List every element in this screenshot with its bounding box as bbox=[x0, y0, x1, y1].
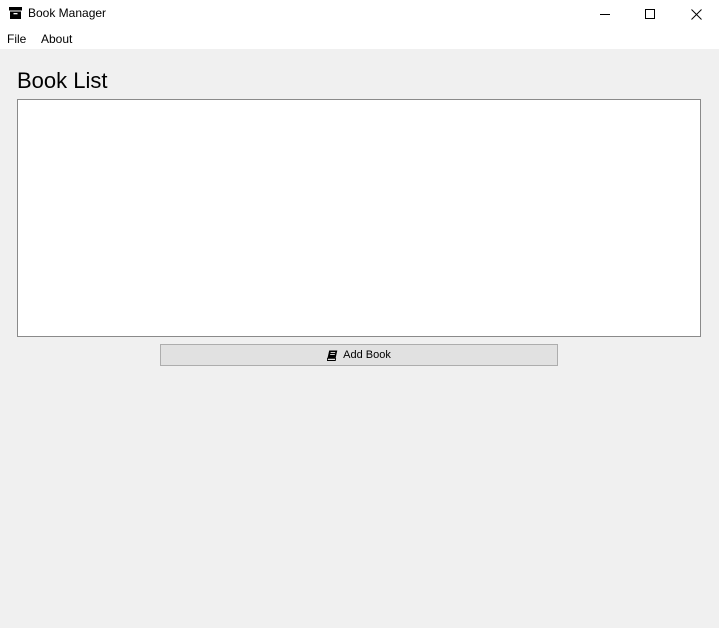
menu-about[interactable]: About bbox=[41, 32, 72, 47]
book-icon bbox=[327, 350, 338, 361]
minimize-button[interactable] bbox=[582, 0, 628, 28]
menu-file[interactable]: File bbox=[7, 32, 26, 47]
add-book-label: Add Book bbox=[343, 349, 391, 361]
close-icon bbox=[690, 8, 702, 20]
menu-bar: File About bbox=[0, 28, 719, 49]
minimize-icon bbox=[600, 14, 610, 15]
title-bar[interactable]: Book Manager bbox=[0, 0, 719, 28]
maximize-icon bbox=[645, 9, 655, 19]
maximize-button[interactable] bbox=[627, 0, 673, 28]
add-book-button[interactable]: Add Book bbox=[160, 344, 558, 366]
app-window: Book Manager File About Book List Add Bo… bbox=[0, 0, 719, 629]
window-title: Book Manager bbox=[28, 6, 107, 20]
close-button[interactable] bbox=[673, 0, 719, 28]
archive-box-icon bbox=[9, 7, 22, 19]
book-list[interactable] bbox=[17, 99, 701, 337]
page-title: Book List bbox=[17, 68, 108, 93]
